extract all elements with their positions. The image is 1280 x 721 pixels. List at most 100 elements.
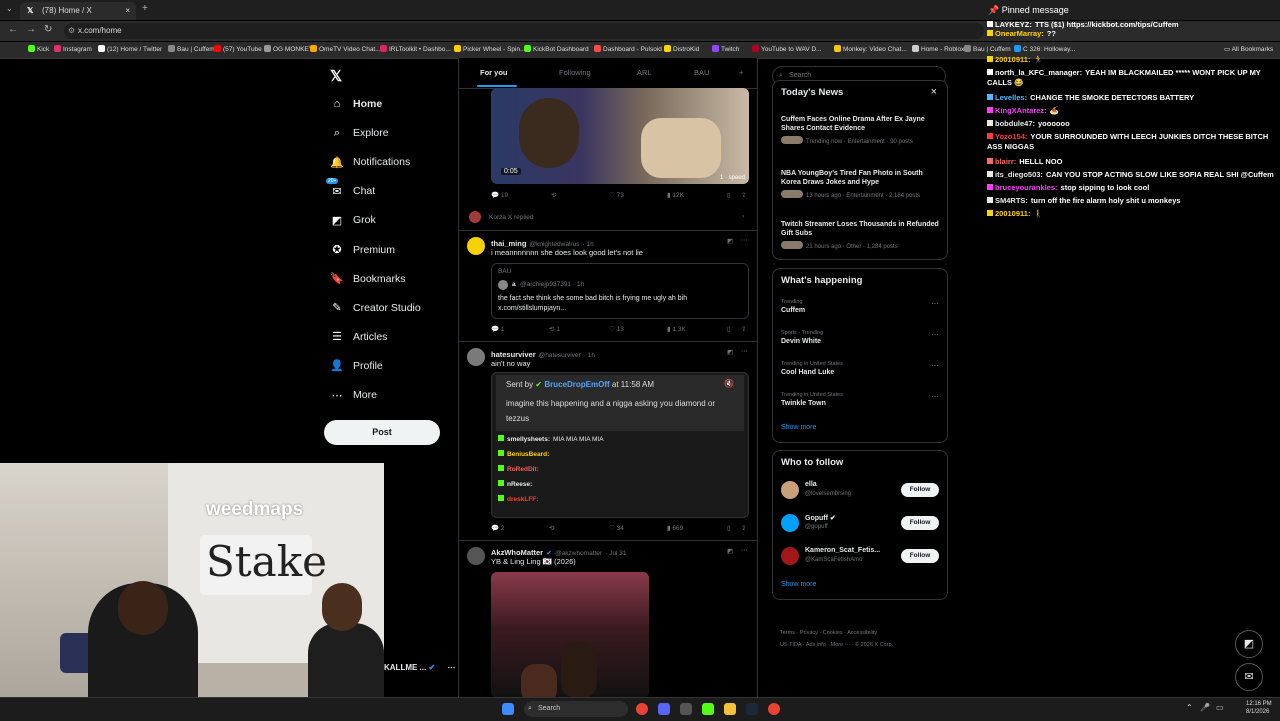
quoted-tweet[interactable]: BAU a @archiejp937391 · 1h the fact she … [491,263,749,319]
avatar[interactable] [467,348,485,366]
account-switcher[interactable]: KALLME ... ✔ ⋯ [384,663,455,672]
tab-arl[interactable]: ARL [637,68,652,77]
wifi-icon[interactable]: ▭ [1216,703,1224,712]
more-icon[interactable]: ⋯ [931,361,939,370]
bookmark-item[interactable]: Home - Roblox [912,45,964,53]
tweet-time[interactable]: · 1h [583,241,594,248]
tweet-author-name[interactable]: thai_ming [491,239,526,248]
close-icon[interactable]: × [931,86,937,98]
avatar[interactable] [781,547,799,565]
avatar[interactable] [467,547,485,565]
follow-suggestion[interactable]: Kameron_Scat_Fetis... @KamScaFetishAmo Fol… [781,547,941,569]
x-logo[interactable]: 𝕏 [330,67,342,85]
follow-suggestion[interactable]: ella @lovelsembrsing Follow [781,481,941,503]
more-icon[interactable]: ⋯ [931,330,939,339]
tweet-image[interactable]: Sent by ✔ BruceDropEmOff at 11:58 AM 🔇 i… [491,372,749,518]
tweet-author-handle[interactable]: @akzwhomatter [555,550,602,557]
bookmark-item[interactable]: Kick [28,45,49,53]
share-icon[interactable]: ⇪ [741,191,746,199]
sidebar-item-grok[interactable]: ◩ Grok [330,210,376,230]
bookmark-item[interactable]: OG MONKEY [264,45,313,53]
bookmark-item[interactable]: OmeTV Video Chat... [310,45,381,53]
bookmark-item[interactable]: YouTube to WAV D... [752,45,822,53]
chrome-icon[interactable] [636,703,648,715]
taskbar-search[interactable]: ⌕ Search [524,701,628,717]
tweet-image[interactable] [491,572,649,698]
show-more-link[interactable]: Show more [781,581,816,588]
bookmark-item[interactable]: IRLToolkit • Dashbo... [380,45,451,53]
sidebar-item-home[interactable]: ⌂ Home [330,94,383,114]
messages-fab-icon[interactable]: ✉ [1235,663,1263,691]
file-explorer-icon[interactable] [724,703,736,715]
chevron-right-icon[interactable]: › [742,213,744,220]
more-icon[interactable]: ⋯ [741,546,748,554]
bookmark-item[interactable]: Monkey: Video Chat... [834,45,907,53]
sidebar-item-notifications[interactable]: 🔔 Notifications [330,152,410,172]
bookmark-item[interactable]: Picker Wheel - Spin... [454,45,526,53]
bookmark-item[interactable]: DistroKid [664,45,699,53]
grok-fab-icon[interactable]: ◩ [1235,630,1263,658]
sidebar-item-profile[interactable]: 👤 Profile [330,356,383,376]
discord-icon[interactable] [658,703,670,715]
steam-icon[interactable] [746,703,758,715]
tab-for-you[interactable]: For you [480,68,508,77]
trend-item[interactable]: Trending in United States Twinkle Town ⋯ [781,392,939,407]
tweet-author-handle[interactable]: @hatesurviver [539,352,581,359]
follow-button[interactable]: Follow [901,516,939,530]
tab-bau[interactable]: BAU [694,68,709,77]
tweet-author-handle[interactable]: @knightedwalrus [529,241,579,248]
bookmark-item[interactable]: Dashboard - Pulsoid [594,45,662,53]
avatar[interactable] [467,237,485,255]
grok-icon[interactable]: ◩ [727,237,733,245]
tweet-time[interactable]: · 1h [584,352,595,359]
like-count[interactable]: ♡ 73 [609,191,624,199]
follow-button[interactable]: Follow [901,549,939,563]
avatar[interactable] [781,514,799,532]
sidebar-item-more[interactable]: ⋯ More [330,385,377,405]
more-icon[interactable]: ⋯ [741,347,748,355]
clock-date[interactable]: 8/1/2026 [1246,709,1269,715]
trend-item[interactable]: Trending in United States Cool Hand Luke ⋯ [781,361,939,376]
reply-count[interactable]: 💬 1 [491,325,505,333]
browser-tab[interactable]: 𝕏 (78) Home / X × [20,2,136,20]
bookmark-item[interactable]: KickBot Dashboard [524,45,589,53]
forward-icon[interactable]: → [26,24,36,35]
more-icon[interactable]: ⋯ [447,663,455,672]
share-icon[interactable]: ⇪ [741,325,746,333]
avatar[interactable] [781,481,799,499]
share-icon[interactable]: ⇪ [741,524,746,532]
video-speed[interactable]: 1 · speed [720,175,745,181]
follow-button[interactable]: Follow [901,483,939,497]
footer-links-2[interactable]: US TIDA · Ads info · More ··· · © 2026 X… [780,642,893,648]
back-icon[interactable]: ← [8,24,18,35]
mic-icon[interactable]: 🎤 [1200,703,1210,712]
tweet-author-name[interactable]: hatesurviver [491,350,536,359]
grok-icon[interactable]: ◩ [727,348,733,356]
tab-following[interactable]: Following [559,68,591,77]
reply-count[interactable]: 💬 10 [491,191,508,199]
footer-links[interactable]: Terms · Privacy · Cookies · Accessibilit… [780,630,877,636]
sidebar-item-articles[interactable]: ☰ Articles [330,327,387,347]
site-info-icon[interactable]: ⚙ [68,23,75,39]
bookmark-icon[interactable]: ▯ [727,325,731,333]
sidebar-item-explore[interactable]: ⌕ Explore [330,123,389,143]
avatar[interactable] [469,211,481,223]
windows-start-icon[interactable] [502,703,514,715]
tweet-video[interactable]: 0:05 1 · speed [491,88,749,184]
news-item[interactable]: NBA YoungBoy's Tired Fan Photo in South … [781,169,939,199]
reply-count[interactable]: 💬 2 [491,524,505,532]
more-icon[interactable]: ⋯ [741,236,748,244]
bookmark-icon[interactable]: ▯ [727,191,731,199]
sidebar-item-creator-studio[interactable]: ✎ Creator Studio [330,298,420,318]
sidebar-item-premium[interactable]: ✪ Premium [330,240,395,260]
bookmark-item[interactable]: (12) Home / Twitter [98,45,162,53]
tab-list-icon[interactable]: ⌄ [6,4,13,13]
app-icon[interactable] [680,703,692,715]
add-tab-button[interactable]: + [739,68,743,77]
trend-item[interactable]: Trending Cuffem ⋯ [781,299,939,314]
chrome-icon-2[interactable] [768,703,780,715]
reload-icon[interactable]: ↻ [44,24,52,35]
bookmark-item[interactable]: (57) YouTube [214,45,262,53]
bookmark-item[interactable]: Bau | Cuffem [168,45,215,53]
sidebar-item-bookmarks[interactable]: 🔖 Bookmarks [330,269,405,289]
